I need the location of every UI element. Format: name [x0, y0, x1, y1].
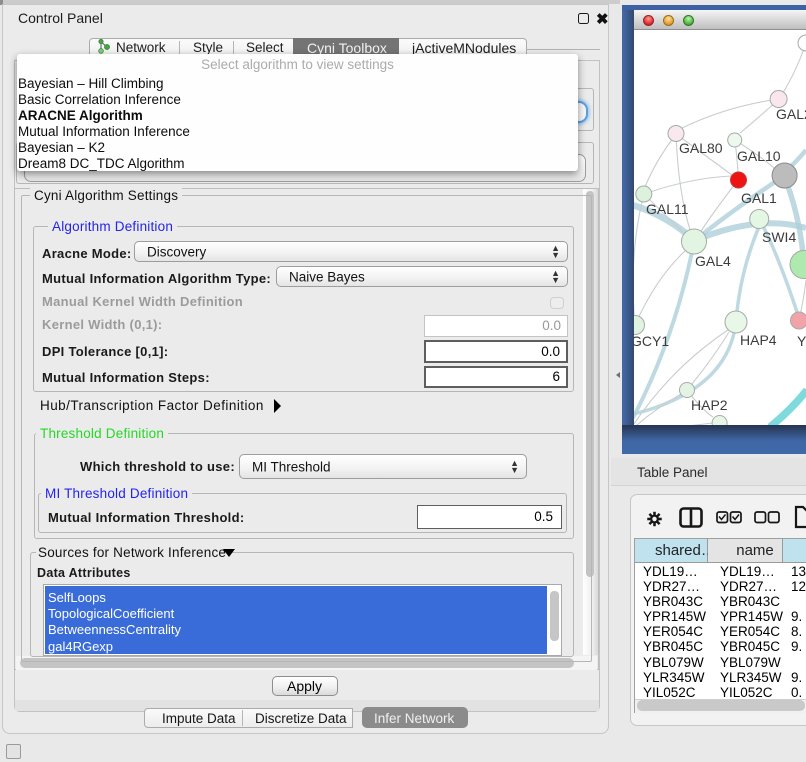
- svg-text:GAL2: GAL2: [776, 106, 806, 122]
- svg-text:GAL11: GAL11: [646, 201, 689, 217]
- svg-text:GAL1: GAL1: [741, 190, 777, 206]
- svg-text:YJ: YJ: [797, 333, 806, 349]
- svg-text:GAL10: GAL10: [737, 148, 781, 164]
- svg-text:GAL4: GAL4: [695, 253, 731, 269]
- svg-text:HAP2: HAP2: [691, 397, 728, 413]
- svg-text:GCY1: GCY1: [634, 333, 669, 349]
- svg-text:SWI4: SWI4: [762, 229, 796, 245]
- svg-text:GAL80: GAL80: [679, 140, 723, 156]
- svg-text:HAP4: HAP4: [740, 332, 777, 348]
